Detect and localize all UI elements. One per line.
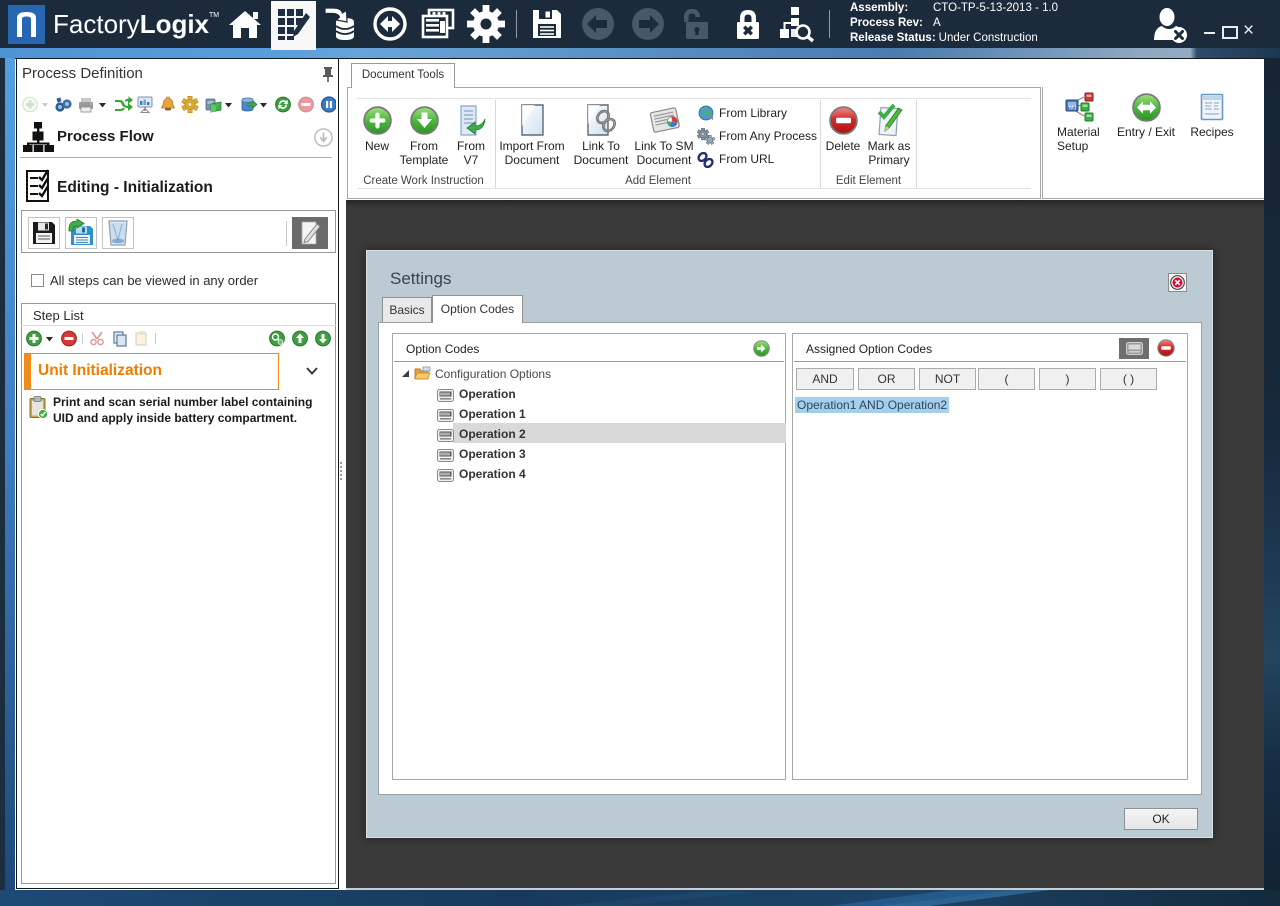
svg-text:MJ: MJ <box>1069 106 1077 112</box>
